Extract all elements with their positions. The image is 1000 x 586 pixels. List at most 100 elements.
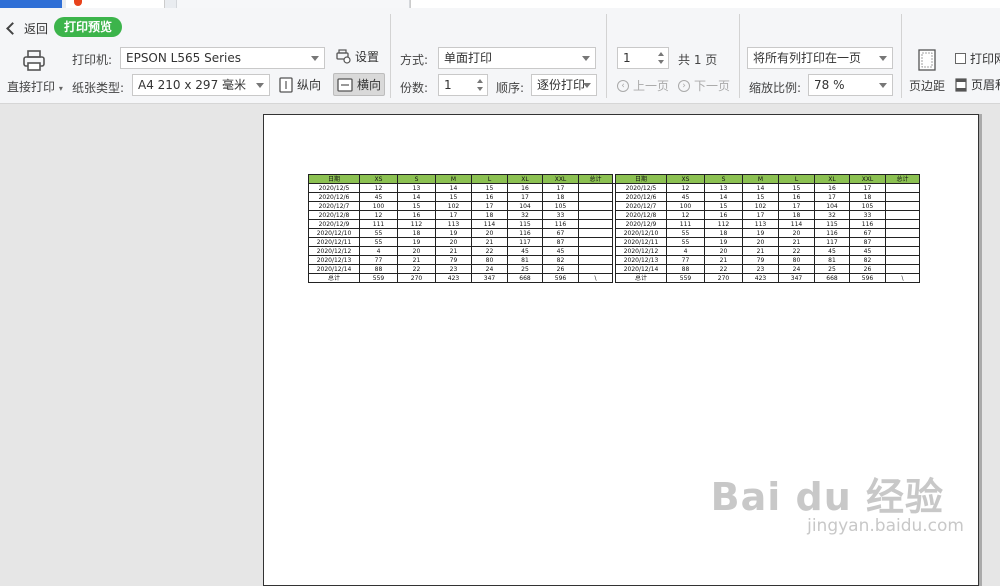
table-cell: 18	[778, 210, 815, 220]
table-cell	[885, 210, 920, 220]
chevron-down-icon	[311, 56, 319, 61]
table-cell	[578, 201, 613, 211]
tab-strip	[0, 0, 1000, 9]
table-row: 2020/12/13 77 21 79 80 81 82 2020/12/13 77 21 79 80…	[308, 255, 920, 265]
column-header: 总计	[885, 174, 920, 184]
table-cell: 20	[778, 228, 815, 238]
copies-label: 份数:	[400, 81, 429, 95]
print-gridlines-label: 打印网	[970, 52, 1000, 66]
decrement-icon[interactable]	[658, 60, 664, 64]
printer-settings-button[interactable]: 设置	[335, 48, 379, 65]
table-cell: 668	[507, 273, 543, 283]
table-cell: 12	[359, 210, 398, 220]
table-cell: 18	[542, 192, 579, 202]
header-footer-button[interactable]: 页眉和	[955, 76, 1000, 93]
print-mode-select[interactable]: 单面打印	[438, 47, 596, 69]
table-cell: 45	[814, 246, 850, 256]
tab-home[interactable]	[0, 0, 62, 8]
table-cell: 82	[849, 255, 886, 265]
portrait-button[interactable]: 纵向	[279, 76, 321, 93]
table-cell	[885, 246, 920, 256]
arrow-right-icon: ›	[678, 79, 690, 92]
table-cell: 16	[397, 210, 436, 220]
table-cell: 114	[471, 219, 508, 229]
page-margin-button[interactable]: 页边距	[907, 48, 947, 96]
table-cell	[885, 183, 920, 193]
increment-icon[interactable]	[477, 79, 483, 83]
table-cell: 15	[742, 192, 779, 202]
table-cell: 总计	[615, 273, 667, 283]
table-cell: 18	[397, 228, 436, 238]
table-cell: 55	[666, 228, 705, 238]
table-cell: 21	[704, 255, 743, 265]
printer-settings-icon	[336, 49, 351, 64]
paper-type-select[interactable]: A4 210 x 297 毫米	[132, 74, 270, 96]
table-cell: 45	[359, 192, 398, 202]
table-cell: 14	[397, 192, 436, 202]
baidu-jingyan-watermark: Bai du 经验 jingyan.baidu.com	[711, 466, 964, 536]
table-cell: 32	[507, 210, 543, 220]
table-cell: 21	[471, 237, 508, 247]
table-row: 2020/12/11 55 19 20 21 117 87 2020/12/11 55 19 20 2…	[308, 237, 920, 247]
table-cell: 33	[542, 210, 579, 220]
table-cell: 2020/12/9	[615, 219, 667, 229]
watermark-url: jingyan.baidu.com	[807, 516, 964, 536]
table-cell: 102	[435, 201, 472, 211]
next-page-label: 下一页	[694, 79, 731, 93]
back-button[interactable]: 返回	[6, 18, 48, 38]
landscape-label: 横向	[357, 78, 382, 92]
zoom-select[interactable]: 78 %	[808, 74, 893, 96]
print-gridlines-checkbox[interactable]: 打印网	[955, 50, 1000, 67]
table-cell: 423	[742, 273, 779, 283]
table-cell	[578, 228, 613, 238]
table-cell: 17	[471, 201, 508, 211]
table-cell: 17	[507, 192, 543, 202]
column-header: XL	[507, 174, 543, 184]
table-cell: 113	[742, 219, 779, 229]
table-cell: 79	[742, 255, 779, 265]
table-cell: 总计	[308, 273, 360, 283]
increment-icon[interactable]	[658, 52, 664, 56]
previous-page-button[interactable]: ‹ 上一页	[617, 77, 669, 94]
table-cell: 88	[359, 264, 398, 274]
table-cell: 87	[849, 237, 886, 247]
divider	[739, 14, 740, 98]
table-cell: 15	[435, 192, 472, 202]
table-cell: 23	[742, 264, 779, 274]
page-number-stepper[interactable]: 1	[617, 47, 669, 69]
table-cell: 25	[814, 264, 850, 274]
table-cell: 112	[397, 219, 436, 229]
print-preview-toolbar: 返回 打印预览 直接打印 ▾ 打印机: EPSON L565 Series 设置…	[0, 8, 1000, 104]
direct-print-label: 直接打印	[7, 80, 56, 94]
table-cell: 45	[666, 192, 705, 202]
table-cell: 80	[471, 255, 508, 265]
tab-document[interactable]	[66, 0, 165, 8]
landscape-button[interactable]: 横向	[333, 73, 386, 96]
print-order-select[interactable]: 逐份打印	[531, 74, 597, 96]
table-cell: 77	[666, 255, 705, 265]
table-cell: 16	[471, 192, 508, 202]
next-page-button[interactable]: › 下一页	[678, 77, 730, 94]
table-cell: 21	[778, 237, 815, 247]
table-cell: 668	[814, 273, 850, 283]
table-cell: 12	[359, 183, 398, 193]
column-header: S	[704, 174, 743, 184]
copies-stepper[interactable]: 1	[438, 74, 488, 96]
column-header: 日期	[615, 174, 667, 184]
table-cell: 33	[849, 210, 886, 220]
table-cell: 2020/12/12	[308, 246, 360, 256]
table-cell: 55	[359, 237, 398, 247]
table-cell: 2020/12/12	[615, 246, 667, 256]
table-cell	[885, 237, 920, 247]
decrement-icon[interactable]	[477, 87, 483, 91]
table-cell: 17	[542, 183, 579, 193]
direct-print-button[interactable]: 直接打印 ▾	[6, 48, 64, 96]
table-cell: 21	[742, 246, 779, 256]
fit-to-page-select[interactable]: 将所有列打印在一页	[747, 47, 893, 69]
header-footer-icon	[955, 77, 967, 92]
header-footer-label: 页眉和	[971, 78, 1000, 92]
table-cell: 423	[435, 273, 472, 283]
printer-select[interactable]: EPSON L565 Series	[120, 47, 325, 69]
print-mode-value: 单面打印	[444, 51, 493, 65]
table-cell: 18	[704, 228, 743, 238]
